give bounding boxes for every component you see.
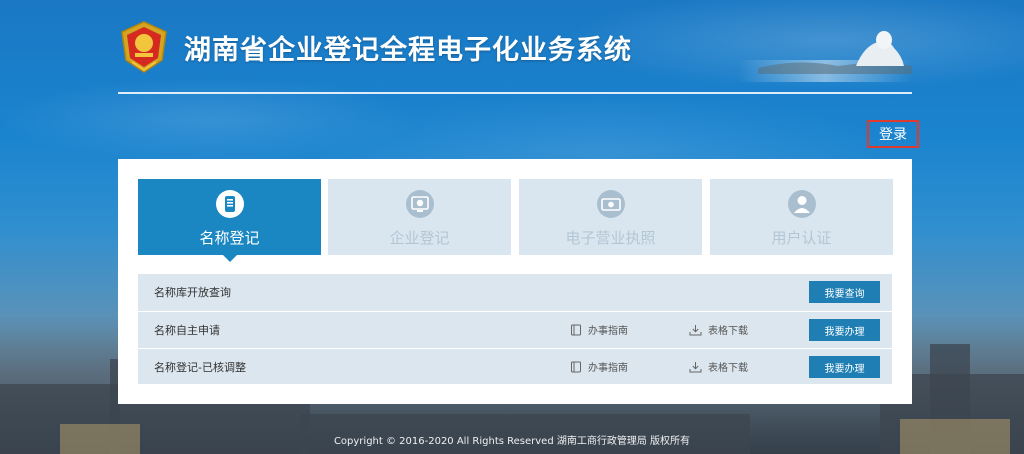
guide-link[interactable]: 办事指南 [570, 322, 628, 337]
license-card-icon [596, 189, 626, 219]
download-icon [689, 324, 702, 335]
service-name: 名称登记-已核调整 [154, 361, 246, 374]
book-icon [571, 361, 581, 372]
site-title: 湖南省企业登记全程电子化业务系统 [184, 35, 632, 66]
service-list: 名称库开放查询 我要查询 名称自主申请 办事指南 表格下载 我要办理 名称登记-… [138, 274, 892, 384]
service-name: 名称自主申请 [154, 324, 220, 337]
book-icon [571, 324, 581, 335]
apply-button[interactable]: 我要办理 [809, 319, 880, 341]
guide-label: 办事指南 [588, 363, 628, 374]
tab-name-registration[interactable]: 名称登记 [138, 179, 321, 262]
service-name: 名称库开放查询 [154, 286, 231, 299]
download-label: 表格下载 [708, 326, 748, 337]
download-label: 表格下载 [708, 363, 748, 374]
list-item: 名称库开放查询 我要查询 [138, 274, 892, 310]
national-emblem-icon [118, 20, 170, 74]
tab-electronic-license[interactable]: 电子营业执照 [519, 179, 702, 255]
tab-user-authentication[interactable]: 用户认证 [710, 179, 893, 255]
service-panel: 名称登记 企业登记 电子营业执照 用户认证 名称库开放查询 我要查询 名称自主申… [118, 159, 912, 404]
guide-link[interactable]: 办事指南 [570, 359, 628, 374]
login-button[interactable]: 登录 [867, 120, 919, 148]
apply-button[interactable]: 我要办理 [809, 356, 880, 378]
document-icon [215, 189, 245, 219]
list-item: 名称登记-已核调整 办事指南 表格下载 我要办理 [138, 348, 892, 384]
tab-label: 名称登记 [199, 229, 260, 247]
footer-copyright: Copyright © 2016-2020 All Rights Reserve… [333, 436, 691, 447]
tab-label: 用户认证 [771, 229, 832, 247]
query-button[interactable]: 我要查询 [809, 281, 880, 303]
list-item: 名称自主申请 办事指南 表格下载 我要办理 [138, 311, 892, 347]
site-header: 湖南省企业登记全程电子化业务系统 [118, 14, 912, 94]
service-tabs: 名称登记 企业登记 电子营业执照 用户认证 [138, 179, 893, 262]
tab-label: 电子营业执照 [565, 229, 656, 247]
user-icon [787, 189, 817, 219]
guide-label: 办事指南 [588, 326, 628, 337]
tab-enterprise-registration[interactable]: 企业登记 [328, 179, 511, 255]
tab-label: 企业登记 [389, 229, 450, 247]
enterprise-monitor-icon [405, 189, 435, 219]
download-link[interactable]: 表格下载 [689, 322, 748, 337]
monument-illustration [738, 22, 912, 82]
download-icon [689, 361, 702, 372]
download-link[interactable]: 表格下载 [689, 359, 748, 374]
